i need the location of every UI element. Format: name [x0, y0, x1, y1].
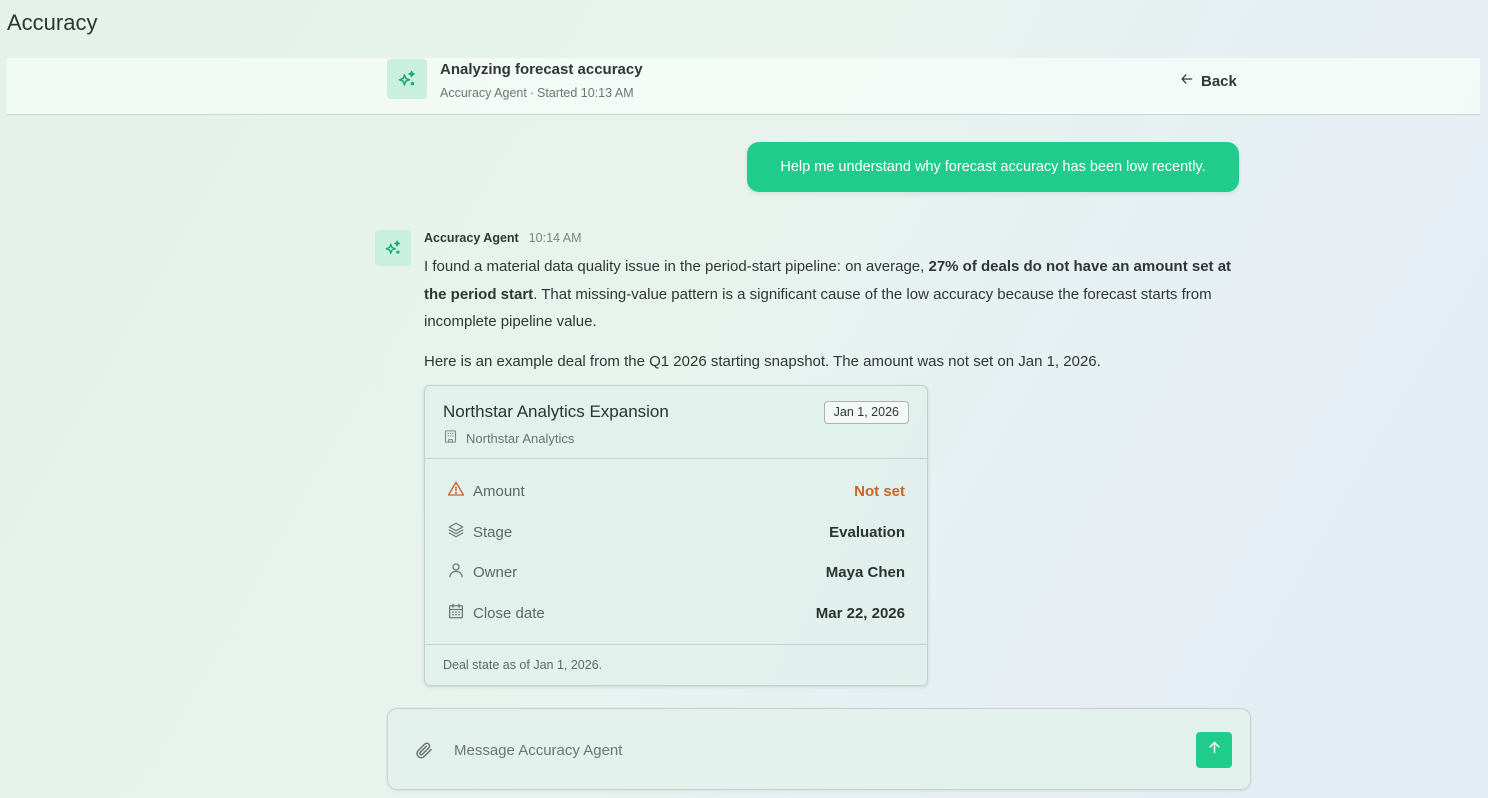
sparkles-icon	[387, 59, 427, 99]
card-footer: Deal state as of Jan 1, 2026.	[443, 658, 603, 672]
field-value: Not set	[854, 482, 905, 500]
message-paragraph: I found a material data quality issue in…	[424, 253, 1234, 336]
agent-message: I found a material data quality issue in…	[424, 253, 1234, 375]
card-divider	[425, 458, 927, 459]
deal-company: Northstar Analytics	[443, 429, 574, 447]
building-icon	[443, 429, 458, 447]
deal-card: Northstar Analytics Expansion Jan 1, 202…	[424, 385, 928, 686]
conversation-header: Analyzing forecast accuracy Accuracy Age…	[7, 58, 1480, 115]
card-divider	[425, 644, 927, 645]
conversation-title: Analyzing forecast accuracy	[440, 61, 643, 78]
arrow-left-icon	[1180, 72, 1194, 90]
back-button[interactable]: Back	[1180, 70, 1237, 92]
field-value: Evaluation	[829, 523, 905, 541]
deal-field-owner: Owner Maya Chen	[447, 560, 905, 584]
user-message: Help me understand why forecast accuracy…	[747, 142, 1239, 192]
paperclip-icon[interactable]	[414, 740, 434, 760]
separator-dot: ·	[529, 86, 535, 100]
sparkles-icon	[375, 230, 411, 266]
send-button[interactable]	[1196, 732, 1232, 768]
calendar-icon	[447, 602, 465, 624]
message-author: Accuracy Agent	[424, 231, 519, 245]
message-time: 10:14 AM	[528, 231, 582, 245]
message-text: . That missing-value pattern is a signif…	[424, 285, 1212, 331]
deal-field-stage: Stage Evaluation	[447, 520, 905, 544]
message-text: I found a material data quality issue in…	[424, 258, 929, 275]
page-title: Accuracy	[7, 10, 98, 35]
message-paragraph: Here is an example deal from the Q1 2026…	[424, 352, 1101, 370]
snapshot-date-badge: Jan 1, 2026	[823, 401, 909, 424]
field-label: Close date	[473, 604, 545, 622]
message-input[interactable]	[454, 735, 1174, 765]
field-value: Maya Chen	[825, 563, 905, 581]
agent-name: Accuracy Agent	[440, 86, 527, 100]
user-icon	[447, 561, 465, 583]
back-button-label: Back	[1201, 72, 1237, 90]
deal-field-amount: Amount Not set	[447, 479, 905, 503]
message-composer	[387, 708, 1251, 790]
arrow-up-icon	[1207, 740, 1222, 760]
field-value: Mar 22, 2026	[815, 604, 905, 622]
layers-icon	[447, 521, 465, 543]
field-label: Stage	[473, 523, 513, 541]
message-meta: Accuracy Agent 10:14 AM	[424, 231, 582, 245]
deal-name: Northstar Analytics Expansion	[443, 402, 669, 421]
field-label: Owner	[473, 563, 518, 581]
deal-field-close-date: Close date Mar 22, 2026	[447, 601, 905, 625]
field-label: Amount	[473, 482, 525, 500]
company-name: Northstar Analytics	[466, 430, 575, 446]
conversation-subtitle: Accuracy Agent · Started 10:13 AM	[440, 86, 634, 100]
started-time: Started 10:13 AM	[537, 86, 634, 100]
warning-icon	[447, 480, 465, 502]
